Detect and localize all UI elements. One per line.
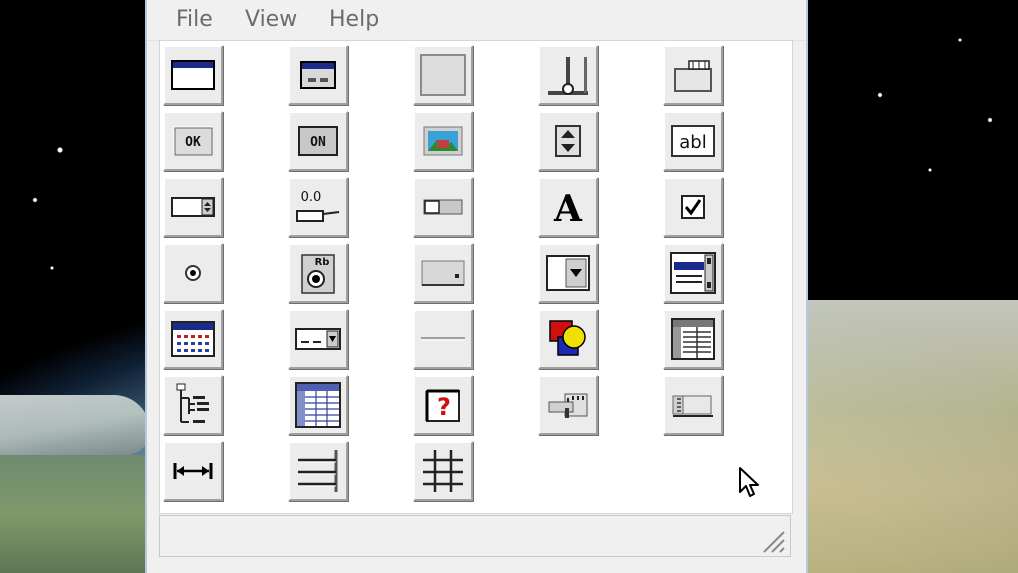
tool-tab[interactable]	[663, 45, 723, 105]
vertical-slider-tool-icon	[548, 57, 588, 95]
list-box-tool-icon	[670, 252, 716, 294]
layout-grid-tool-icon	[423, 450, 463, 492]
button-tool-label: OK	[185, 135, 201, 150]
status-bar	[159, 515, 791, 557]
label-tool-label: A	[553, 188, 583, 227]
dialog-form-tool-icon	[300, 61, 336, 89]
tool-width[interactable]	[163, 441, 223, 501]
tool-spinner-field[interactable]	[163, 177, 223, 237]
mouse-cursor-icon	[739, 467, 759, 497]
date-picker-tool-icon	[295, 328, 341, 350]
tool-ruler[interactable]	[663, 375, 723, 435]
switch-tool-icon	[423, 199, 463, 215]
tool-form[interactable]	[163, 45, 223, 105]
help-tool-icon: ?	[425, 389, 460, 422]
radio-button-tool-icon	[185, 265, 201, 281]
tool-status-cell[interactable]	[413, 243, 473, 303]
tool-progress[interactable]: 0.0	[288, 177, 348, 237]
tool-help[interactable]: ?	[413, 375, 473, 435]
tool-date-picker[interactable]	[288, 309, 348, 369]
panel-tool-icon	[420, 54, 466, 96]
tool-vertical-slider[interactable]	[538, 45, 598, 105]
tool-radio-button[interactable]	[163, 243, 223, 303]
tool-label[interactable]: A	[538, 177, 598, 237]
tool-tree-view[interactable]	[163, 375, 223, 435]
tool-image[interactable]	[413, 111, 473, 171]
tree-view-tool-icon	[176, 383, 209, 423]
tool-dialog-form[interactable]	[288, 45, 348, 105]
help-tool-label: ?	[437, 393, 451, 421]
lines-tool-icon	[298, 450, 338, 492]
tool-table[interactable]	[663, 309, 723, 369]
tool-radio-group[interactable]: Rb	[288, 243, 348, 303]
grid-tool-icon	[295, 382, 341, 428]
menu-help[interactable]: Help	[329, 7, 379, 32]
width-tool-icon	[173, 463, 213, 479]
toolbox-palette: OK ON abl 0.0 A Rb ?	[159, 40, 793, 514]
button-tool-icon: OK	[173, 126, 213, 156]
radio-group-tool-label: Rb	[315, 257, 330, 268]
tool-text-field[interactable]: abl	[663, 111, 723, 171]
tool-layout-grid[interactable]	[413, 441, 473, 501]
tab-tool-icon	[674, 60, 712, 92]
menu-bar: File View Help	[147, 0, 806, 41]
toolbox-window: File View Help OK ON abl 0.0 A Rb ?	[145, 0, 808, 573]
status-cell-tool-icon	[421, 260, 465, 286]
separator-tool-icon	[421, 337, 465, 341]
tool-spin-button[interactable]	[538, 111, 598, 171]
tool-checkbox[interactable]	[663, 177, 723, 237]
progress-tool-label: 0.0	[301, 190, 322, 205]
tool-toolbar[interactable]	[538, 375, 598, 435]
image-tool-icon	[423, 126, 463, 156]
combo-box-tool-icon	[546, 255, 590, 291]
tool-shapes[interactable]	[538, 309, 598, 369]
toggle-button-tool-label: ON	[310, 135, 326, 150]
earth-land-right	[808, 300, 1018, 573]
tool-combo-box[interactable]	[538, 243, 598, 303]
form-tool-icon	[171, 60, 215, 90]
calendar-tool-icon	[171, 321, 215, 357]
tool-separator[interactable]	[413, 309, 473, 369]
radio-group-tool-icon: Rb	[301, 254, 335, 294]
toggle-button-tool-icon: ON	[298, 126, 338, 156]
checkbox-tool-icon	[681, 195, 705, 219]
ruler-tool-icon	[672, 395, 713, 417]
earth-cloud-band	[0, 395, 150, 455]
spin-button-tool-icon	[555, 125, 581, 157]
tool-list-box[interactable]	[663, 243, 723, 303]
shapes-tool-icon	[549, 320, 586, 356]
menu-file[interactable]: File	[176, 7, 213, 32]
tool-grid[interactable]	[288, 375, 348, 435]
tool-calendar[interactable]	[163, 309, 223, 369]
label-tool-icon: A	[553, 188, 583, 227]
table-tool-icon	[671, 318, 715, 360]
tool-lines[interactable]	[288, 441, 348, 501]
tool-button[interactable]: OK	[163, 111, 223, 171]
text-field-tool-label: abl	[679, 132, 706, 153]
resize-grip-icon[interactable]	[758, 526, 786, 554]
toolbar-tool-icon	[548, 393, 588, 418]
spinner-field-tool-icon	[171, 197, 215, 217]
menu-view[interactable]: View	[245, 7, 297, 32]
tool-switch[interactable]	[413, 177, 473, 237]
tool-panel[interactable]	[413, 45, 473, 105]
tool-toggle-button[interactable]: ON	[288, 111, 348, 171]
text-field-tool-icon: abl	[671, 125, 715, 157]
progress-tool-icon: 0.0	[296, 190, 340, 222]
earth-land-left	[0, 455, 150, 573]
